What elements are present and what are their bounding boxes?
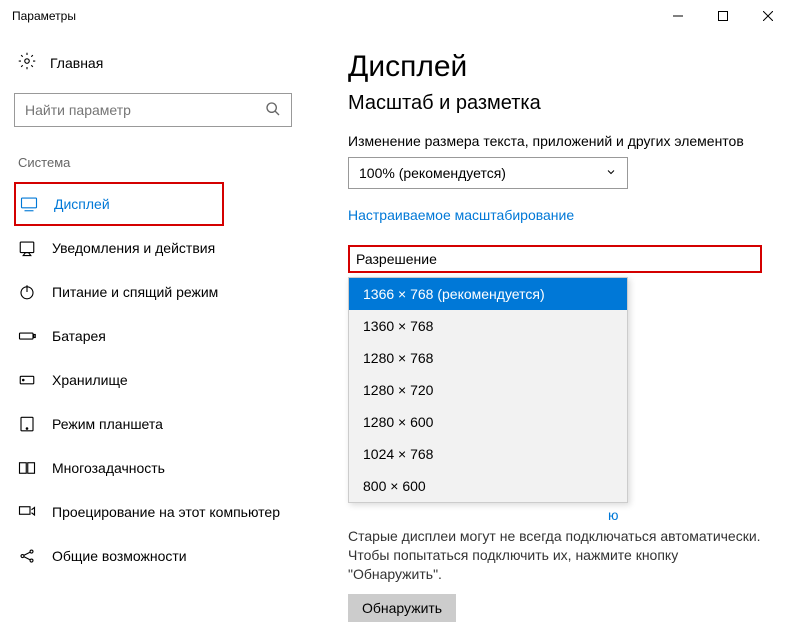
maximize-button[interactable] [700,0,745,32]
resolution-option[interactable]: 1280 × 720 [349,374,627,406]
main-panel: Дисплей Масштаб и разметка Изменение раз… [320,32,790,615]
shared-icon [18,547,36,565]
battery-icon [18,327,36,345]
close-button[interactable] [745,0,790,32]
tablet-icon [18,415,36,433]
page-title: Дисплей [348,50,762,84]
monitor-icon [20,195,38,213]
multitasking-icon [18,459,36,477]
resolution-option[interactable]: 1280 × 600 [349,406,627,438]
sidebar-item-storage[interactable]: Хранилище [14,358,224,402]
sidebar: Главная Система Дисплей Уведомления и де… [0,32,320,615]
sidebar-item-tablet[interactable]: Режим планшета [14,402,224,446]
gear-icon [18,52,36,73]
scale-field-label: Изменение размера текста, приложений и д… [348,133,762,149]
section-title: Система [14,155,320,170]
sidebar-item-label: Батарея [52,328,106,344]
minimize-button[interactable] [655,0,700,32]
scale-dropdown[interactable]: 100% (рекомендуется) [348,157,628,189]
sidebar-item-label: Режим планшета [52,416,163,432]
home-button[interactable]: Главная [14,52,320,73]
power-icon [18,283,36,301]
storage-icon [18,371,36,389]
scale-value: 100% (рекомендуется) [359,165,605,181]
sidebar-item-notifications[interactable]: Уведомления и действия [14,226,224,270]
sidebar-item-label: Общие возможности [52,548,187,564]
custom-scale-link[interactable]: Настраиваемое масштабирование [348,207,762,223]
sidebar-item-display[interactable]: Дисплей [14,182,224,226]
chevron-down-icon [605,165,617,181]
sidebar-item-label: Питание и спящий режим [52,284,218,300]
resolution-dropdown-list[interactable]: 1366 × 768 (рекомендуется) 1360 × 768 12… [348,277,628,503]
notifications-icon [18,239,36,257]
resolution-option[interactable]: 1280 × 768 [349,342,627,374]
sidebar-item-label: Многозадачность [52,460,165,476]
resolution-option[interactable]: 800 × 600 [349,470,627,502]
sidebar-item-multitasking[interactable]: Многозадачность [14,446,224,490]
detect-paragraph: Старые дисплеи могут не всегда подключат… [348,527,762,584]
resolution-option[interactable]: 1024 × 768 [349,438,627,470]
sidebar-item-projecting[interactable]: Проецирование на этот компьютер [14,490,294,534]
sidebar-item-label: Уведомления и действия [52,240,215,256]
search-box[interactable] [14,93,292,127]
sidebar-item-label: Хранилище [52,372,128,388]
resolution-option[interactable]: 1366 × 768 (рекомендуется) [349,278,627,310]
sidebar-item-label: Дисплей [54,196,110,212]
home-label: Главная [50,55,103,71]
resolution-field-label: Разрешение [350,247,636,271]
window-title: Параметры [12,9,655,23]
projecting-icon [18,503,36,521]
sidebar-item-battery[interactable]: Батарея [14,314,224,358]
titlebar: Параметры [0,0,790,32]
detect-button[interactable]: Обнаружить [348,594,456,622]
sidebar-item-label: Проецирование на этот компьютер [52,504,280,520]
sidebar-item-power[interactable]: Питание и спящий режим [14,270,224,314]
hidden-link-tail[interactable]: ю [608,507,762,523]
section-heading: Масштаб и разметка [348,92,762,115]
resolution-option[interactable]: 1360 × 768 [349,310,627,342]
sidebar-item-shared[interactable]: Общие возможности [14,534,224,578]
search-input[interactable] [25,102,265,118]
search-icon [265,101,281,120]
resolution-label-highlight: Разрешение [348,245,762,273]
